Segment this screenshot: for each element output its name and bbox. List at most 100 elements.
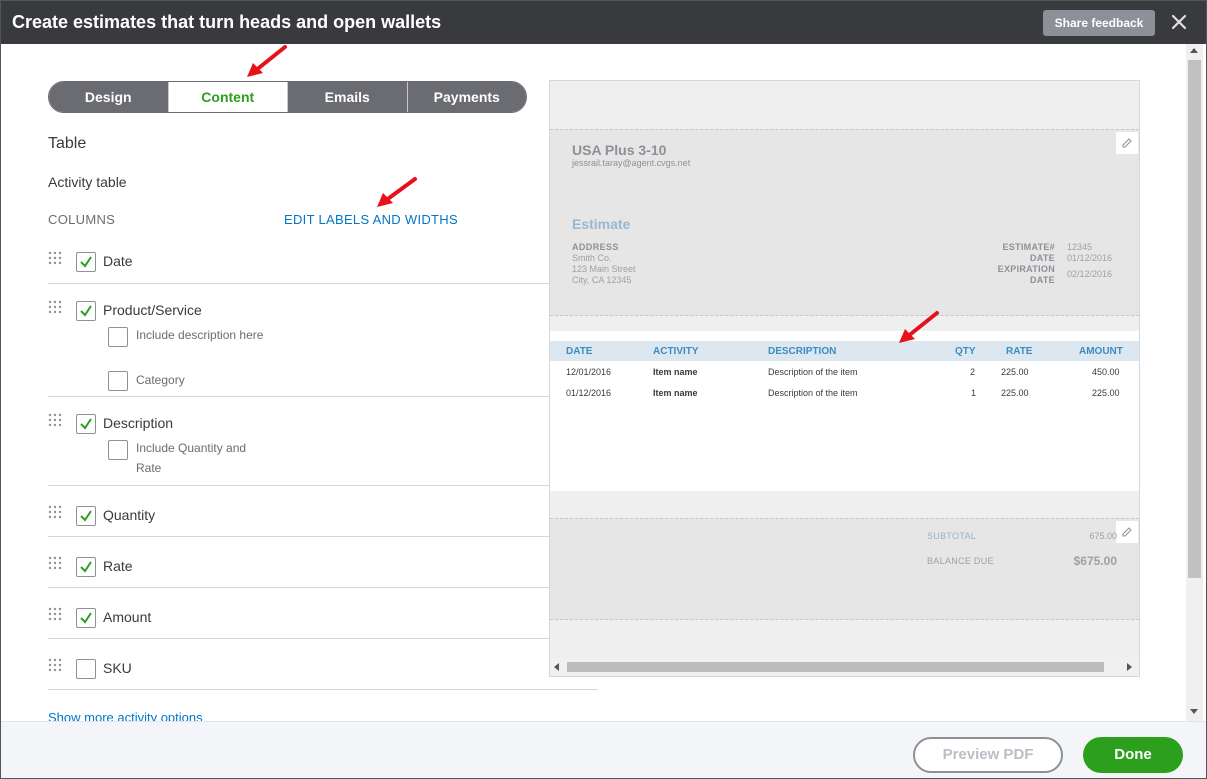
column-checkbox-quantity[interactable] (76, 506, 96, 526)
estimate-date: 01/12/2016 (1067, 253, 1113, 263)
scrollbar-thumb[interactable] (1188, 60, 1201, 578)
column-row-amount: Amount (48, 588, 598, 639)
column-checkbox-date[interactable] (76, 252, 96, 272)
table-cell: 225.00 (1001, 388, 1029, 398)
subsection-title: Activity table (48, 174, 127, 190)
table-header: ACTIVITY (653, 346, 699, 357)
address-line: Smith Co. (572, 253, 612, 263)
table-header-row: DATE ACTIVITY DESCRIPTION QTY RATE AMOUN… (550, 341, 1139, 361)
modal-window: Create estimates that turn heads and ope… (0, 0, 1207, 779)
edit-labels-link[interactable]: EDIT LABELS AND WIDTHS (284, 212, 458, 227)
annotation-arrow-icon (899, 311, 939, 343)
balance-due-label: BALANCE DUE (927, 556, 994, 566)
table-header: RATE (1006, 346, 1033, 357)
tab-payments[interactable]: Payments (407, 82, 526, 112)
column-checkbox-rate[interactable] (76, 557, 96, 577)
table-cell: Item name (653, 367, 698, 377)
subtotal-value: 675.00 (1089, 531, 1117, 541)
table-header: AMOUNT (1079, 346, 1123, 357)
estimate-number-label: ESTIMATE# (1002, 242, 1055, 252)
column-row-description: Description Include Quantity and Rate (48, 397, 598, 486)
estimate-number: 12345 (1067, 242, 1093, 252)
column-checkbox-sku[interactable] (76, 659, 96, 679)
column-label-sku: SKU (103, 660, 132, 676)
column-checkbox-product-service[interactable] (76, 301, 96, 321)
preview-activity-table[interactable]: DATE ACTIVITY DESCRIPTION QTY RATE AMOUN… (550, 331, 1139, 491)
drag-handle-icon[interactable] (48, 413, 62, 427)
column-label-quantity: Quantity (103, 507, 156, 523)
date-label: DATE (1029, 253, 1055, 263)
drag-handle-icon[interactable] (48, 300, 62, 314)
include-qty-rate-checkbox[interactable] (108, 440, 128, 460)
column-checkbox-amount[interactable] (76, 608, 96, 628)
address-line: 123 Main Street (572, 264, 636, 274)
table-cell: 225.00 (1001, 367, 1029, 377)
table-header: DESCRIPTION (768, 346, 837, 357)
scroll-left-icon (554, 663, 559, 671)
table-header: QTY (955, 346, 976, 357)
subtotal-label: SUBTOTAL (927, 531, 977, 541)
tab-emails[interactable]: Emails (288, 82, 408, 112)
column-row-sku: SKU (48, 639, 598, 690)
modal-title: Create estimates that turn heads and ope… (12, 12, 442, 32)
scrollbar-thumb[interactable] (567, 662, 1104, 672)
column-label-date: Date (103, 253, 133, 269)
preview-header-section[interactable]: USA Plus 3-10 jessrail.taray@agent.cvgs.… (550, 129, 1139, 316)
settings-tabs: Design Content Emails Payments (48, 81, 527, 113)
table-cell: Description of the item (768, 367, 858, 377)
company-name: USA Plus 3-10 (572, 142, 667, 158)
table-cell: 450.00 (1092, 367, 1120, 377)
include-description-checkbox[interactable] (108, 327, 128, 347)
column-row-rate: Rate (48, 537, 598, 588)
annotation-arrow-icon (377, 177, 417, 207)
balance-due-value: $675.00 (1073, 554, 1117, 568)
horizontal-scrollbar[interactable] (550, 658, 1139, 676)
column-label-rate: Rate (103, 558, 133, 574)
document-title: Estimate (572, 216, 631, 232)
column-label-description: Description (103, 415, 174, 431)
address-line: City, CA 12345 (572, 275, 632, 285)
column-label-amount: Amount (103, 609, 152, 625)
drag-handle-icon[interactable] (48, 251, 62, 265)
columns-label: COLUMNS (48, 212, 116, 227)
annotation-arrow-icon (247, 45, 287, 77)
preview-pdf-button[interactable]: Preview PDF (913, 737, 1063, 773)
table-cell: 01/12/2016 (566, 388, 612, 398)
edit-pencil-icon[interactable] (1116, 521, 1138, 543)
category-label: Category (136, 373, 185, 387)
tab-design[interactable]: Design (49, 82, 169, 112)
modal-header: Create estimates that turn heads and ope… (1, 1, 1206, 44)
estimate-preview: USA Plus 3-10 jessrail.taray@agent.cvgs.… (549, 80, 1140, 677)
share-feedback-button[interactable]: Share feedback (1043, 10, 1155, 36)
vertical-scrollbar[interactable] (1186, 44, 1203, 721)
column-row-date: Date (48, 241, 598, 284)
column-row-product-service: Product/Service Include description here… (48, 284, 598, 397)
address-label: ADDRESS (572, 242, 619, 252)
expiration-date: 02/12/2016 (1067, 269, 1113, 279)
expiration-date-label: DATE (1029, 275, 1055, 285)
close-icon[interactable] (1167, 10, 1191, 34)
table-cell: 225.00 (1092, 388, 1120, 398)
table-cell: Description of the item (768, 388, 858, 398)
edit-pencil-icon[interactable] (1116, 132, 1138, 154)
table-cell: 2 (970, 367, 976, 377)
drag-handle-icon[interactable] (48, 607, 62, 621)
table-cell: Item name (653, 388, 698, 398)
scroll-up-icon (1190, 48, 1198, 53)
scroll-right-icon (1127, 663, 1132, 671)
include-qty-rate-label: Include Quantity and Rate (136, 441, 247, 475)
include-description-label: Include description here (136, 328, 264, 342)
column-row-quantity: Quantity (48, 486, 598, 537)
done-button[interactable]: Done (1083, 737, 1183, 773)
table-cell: 12/01/2016 (566, 367, 612, 377)
table-header: DATE (566, 346, 593, 357)
drag-handle-icon[interactable] (48, 505, 62, 519)
scroll-down-icon (1190, 709, 1198, 714)
column-label-product-service: Product/Service (103, 302, 202, 318)
drag-handle-icon[interactable] (48, 658, 62, 672)
tab-content[interactable]: Content (168, 82, 288, 112)
category-checkbox[interactable] (108, 371, 128, 391)
drag-handle-icon[interactable] (48, 556, 62, 570)
preview-totals-section[interactable]: SUBTOTAL 675.00 BALANCE DUE $675.00 (550, 518, 1139, 620)
column-checkbox-description[interactable] (76, 414, 96, 434)
